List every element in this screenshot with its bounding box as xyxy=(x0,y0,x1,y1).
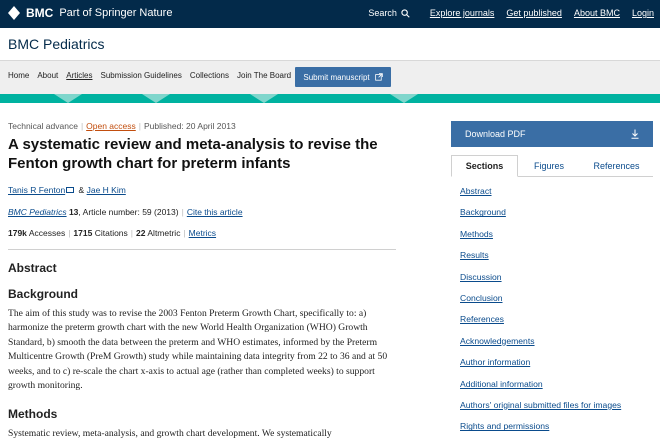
nav-home[interactable]: Home xyxy=(8,71,29,80)
toc-acknowledgements[interactable]: Acknowledgements xyxy=(460,336,621,357)
published-date: Published: 20 April 2013 xyxy=(144,121,236,131)
search-label: Search xyxy=(368,8,397,18)
nav-articles[interactable]: Articles xyxy=(66,71,92,80)
author-link[interactable]: Tanis R Fenton xyxy=(8,185,65,195)
journal-nav: Home About Articles Submission Guideline… xyxy=(0,61,660,94)
toc-references[interactable]: References xyxy=(460,314,621,335)
bmc-logo[interactable]: BMC Part of Springer Nature xyxy=(8,6,172,20)
author-link[interactable]: Jae H Kim xyxy=(87,185,126,195)
toc-original-files[interactable]: Authors' original submitted files for im… xyxy=(460,400,621,421)
search-button[interactable]: Search xyxy=(368,8,410,18)
accesses-count: 179k xyxy=(8,228,27,238)
download-pdf-label: Download PDF xyxy=(465,129,526,139)
altmetric-label: Altmetric xyxy=(147,228,181,238)
stripe-pattern xyxy=(142,94,170,103)
top-bar: BMC Part of Springer Nature Search Explo… xyxy=(0,0,660,28)
volume-number: 13 xyxy=(68,207,79,217)
citation-line: BMC Pediatrics 13, Article number: 59 (2… xyxy=(8,207,243,217)
toc-methods[interactable]: Methods xyxy=(460,229,621,250)
toc-author-information[interactable]: Author information xyxy=(460,357,621,378)
journal-header: BMC Pediatrics xyxy=(0,28,660,61)
author-list: Tanis R Fenton & Jae H Kim xyxy=(8,185,126,195)
background-paragraph: The aim of this study was to revise the … xyxy=(8,308,388,392)
stripe-pattern xyxy=(390,94,418,103)
accesses-label: Accesses xyxy=(28,228,66,238)
article-meta: Technical advance | Open access | Published:… xyxy=(8,121,236,131)
external-link-icon xyxy=(374,73,383,81)
toc-rights-and-permissions[interactable]: Rights and permissions xyxy=(460,421,621,440)
nav-collections[interactable]: Collections xyxy=(190,71,229,80)
tab-references[interactable]: References xyxy=(580,155,653,177)
metrics-link[interactable]: Metrics xyxy=(189,228,216,238)
toc-abstract[interactable]: Abstract xyxy=(460,186,621,207)
top-nav: Search Explore journals Get published Ab… xyxy=(368,8,654,18)
journal-title[interactable]: BMC Pediatrics xyxy=(8,36,104,52)
login-link[interactable]: Login xyxy=(632,8,654,18)
article-metrics: 179k Accesses | 1715 Citations | 22 Altmetri… xyxy=(8,228,217,238)
nav-home-label: Home xyxy=(8,71,30,80)
tab-figures[interactable]: Figures xyxy=(518,155,580,177)
citations-label: Citations xyxy=(94,228,128,238)
author-separator: & xyxy=(78,185,85,195)
citations-count: 1715 xyxy=(73,228,93,238)
toc-additional-information[interactable]: Additional information xyxy=(460,379,621,400)
download-pdf-button[interactable]: Download PDF xyxy=(451,121,653,147)
cite-this-article-link[interactable]: Cite this article xyxy=(187,207,243,217)
explore-journals-link[interactable]: Explore journals xyxy=(430,8,495,18)
email-icon[interactable] xyxy=(66,187,75,193)
stripe-pattern xyxy=(54,94,82,103)
journal-link[interactable]: BMC Pediatrics xyxy=(8,207,67,217)
background-heading: Background xyxy=(8,287,79,301)
search-icon xyxy=(401,8,410,18)
tab-sections[interactable]: Sections xyxy=(451,155,518,177)
altmetric-count: 22 xyxy=(136,228,146,238)
nav-join-the-board[interactable]: Join The Board xyxy=(237,71,291,80)
sidebar-tabs: Sections Figures References xyxy=(451,155,653,177)
nav-about[interactable]: About xyxy=(37,71,58,80)
brand-name: BMC xyxy=(26,6,54,20)
nav-join-the-board-label: Join The Board xyxy=(237,71,292,80)
article-type: Technical advance xyxy=(8,121,78,131)
nav-articles-label: Articles xyxy=(66,71,93,80)
brand-subtitle: Part of Springer Nature xyxy=(59,7,173,19)
nav-submission-guidelines[interactable]: Submission Guidelines xyxy=(100,71,181,80)
section-list: Abstract Background Methods Results Disc… xyxy=(460,186,621,440)
stripe-pattern xyxy=(250,94,278,103)
download-icon xyxy=(631,129,639,139)
toc-background[interactable]: Background xyxy=(460,207,621,228)
abstract-heading: Abstract xyxy=(8,261,57,275)
methods-paragraph: Systematic review, meta-analysis, and gr… xyxy=(8,428,332,439)
toc-results[interactable]: Results xyxy=(460,250,621,271)
toc-discussion[interactable]: Discussion xyxy=(460,272,621,293)
submit-manuscript-button[interactable]: Submit manuscript xyxy=(295,67,391,87)
nav-about-label: About xyxy=(37,71,59,80)
methods-heading: Methods xyxy=(8,407,58,421)
nav-submission-guidelines-label: Submission Guidelines xyxy=(100,71,182,80)
about-bmc-link[interactable]: About BMC xyxy=(574,8,620,18)
divider xyxy=(8,249,396,250)
article-number: , Article number: 59 (2013) xyxy=(78,207,179,217)
get-published-link[interactable]: Get published xyxy=(506,8,562,18)
open-access-link[interactable]: Open access xyxy=(86,121,136,131)
decorative-stripe xyxy=(0,94,660,103)
nav-collections-label: Collections xyxy=(189,71,229,80)
article-title: A systematic review and meta-analysis to… xyxy=(8,136,378,172)
bmc-logo-icon xyxy=(8,6,20,20)
toc-conclusion[interactable]: Conclusion xyxy=(460,293,621,314)
submit-manuscript-label: Submit manuscript xyxy=(303,72,370,82)
